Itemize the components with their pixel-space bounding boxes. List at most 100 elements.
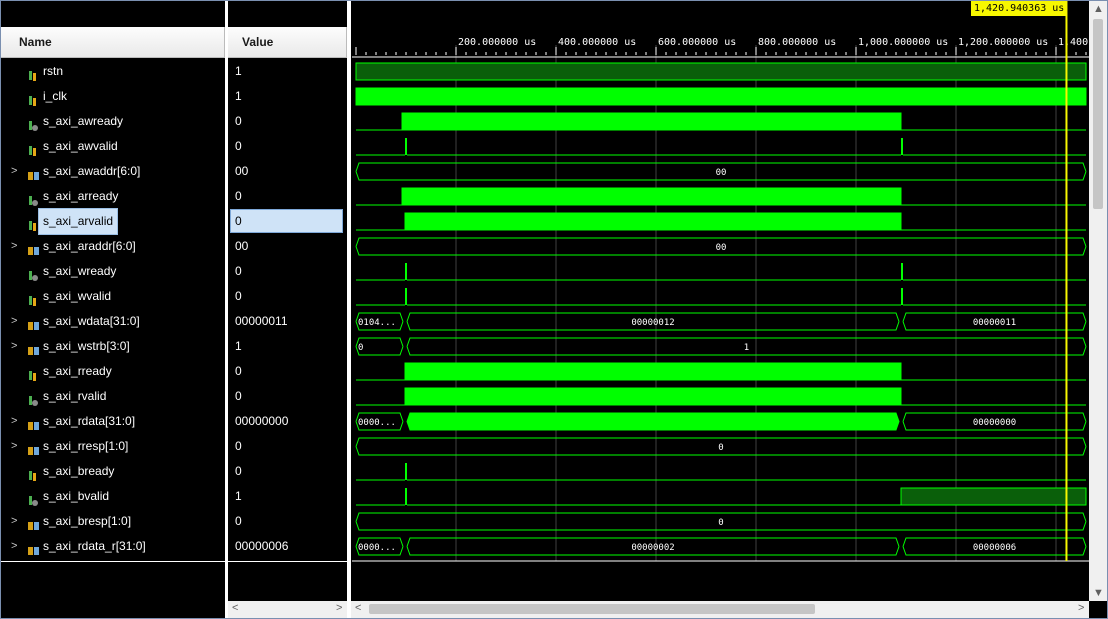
signal-row[interactable]: i_clk bbox=[1, 84, 225, 109]
expand-chevron-icon[interactable]: > bbox=[11, 159, 17, 184]
signal-row[interactable]: s_axi_rvalid bbox=[1, 384, 225, 409]
signal-value: 0 bbox=[235, 464, 242, 478]
wave-pulse bbox=[405, 263, 407, 280]
signal-value-row[interactable]: 0 bbox=[228, 384, 347, 409]
value-wave-splitter[interactable] bbox=[347, 1, 351, 618]
signal-value-row[interactable]: 0 bbox=[228, 259, 347, 284]
expand-chevron-icon[interactable]: > bbox=[11, 334, 17, 359]
signal-value-row[interactable]: 00000006 bbox=[228, 534, 347, 559]
signal-value-row[interactable]: 0 bbox=[228, 359, 347, 384]
bus-value-label: 0 bbox=[718, 518, 723, 528]
wave-vscrollbar[interactable]: ▲ ▼ bbox=[1089, 1, 1107, 601]
signal-row[interactable]: > s_axi_rresp[1:0] bbox=[1, 434, 225, 459]
signal-value-row[interactable]: 0 bbox=[228, 134, 347, 159]
signal-value-row[interactable]: 00 bbox=[228, 159, 347, 184]
signal-name: s_axi_awaddr[6:0] bbox=[43, 164, 141, 178]
signal-value-row[interactable]: 0 bbox=[228, 434, 347, 459]
bus-value-label: 00000006 bbox=[973, 543, 1016, 553]
scroll-left-arrow-icon[interactable]: < bbox=[232, 602, 238, 614]
signal-row[interactable]: rstn bbox=[1, 59, 225, 84]
signal-value-row[interactable]: 00000000 bbox=[228, 409, 347, 434]
wave-hscrollbar[interactable]: < > bbox=[351, 601, 1089, 618]
wave-high-segment bbox=[404, 387, 902, 406]
scroll-right-arrow-icon[interactable]: > bbox=[1078, 602, 1084, 614]
bus-icon bbox=[27, 541, 39, 555]
signal-row[interactable]: > s_axi_wdata[31:0] bbox=[1, 309, 225, 334]
ruler-tick-label: 600.000000 us bbox=[658, 37, 736, 48]
signal-row[interactable]: > s_axi_bresp[1:0] bbox=[1, 509, 225, 534]
signal-value-row[interactable]: 00 bbox=[228, 234, 347, 259]
signal-value: 0 bbox=[235, 389, 242, 403]
wave-high-segment bbox=[355, 87, 1087, 106]
expand-chevron-icon[interactable]: > bbox=[11, 434, 17, 459]
expand-chevron-icon[interactable]: > bbox=[11, 234, 17, 259]
signal-value-row[interactable]: 0 bbox=[228, 184, 347, 209]
signal-value: 00 bbox=[235, 164, 249, 178]
signal-row[interactable]: s_axi_bready bbox=[1, 459, 225, 484]
signal-name: s_axi_wdata[31:0] bbox=[43, 314, 140, 328]
expand-chevron-icon[interactable]: > bbox=[11, 534, 17, 559]
signal-row[interactable]: > s_axi_rdata_r[31:0] bbox=[1, 534, 225, 559]
signal-value-row[interactable]: 1 bbox=[228, 484, 347, 509]
signal-name: s_axi_rdata[31:0] bbox=[43, 414, 136, 428]
signal-value: 00000011 bbox=[235, 314, 288, 328]
scroll-down-arrow-icon[interactable]: ▼ bbox=[1093, 587, 1104, 599]
expand-chevron-icon[interactable]: > bbox=[11, 509, 17, 534]
ruler-tick-label: 800.000000 us bbox=[758, 37, 836, 48]
signal-value-row[interactable]: 1 bbox=[228, 334, 347, 359]
wave-hscroll-thumb[interactable] bbox=[369, 604, 815, 614]
signal-name: s_axi_arvalid bbox=[37, 208, 119, 235]
input-bit-icon bbox=[27, 141, 39, 156]
signal-row[interactable]: s_axi_awready bbox=[1, 109, 225, 134]
signal-row[interactable]: > s_axi_araddr[6:0] bbox=[1, 234, 225, 259]
signal-value-row[interactable]: 0 bbox=[228, 284, 347, 309]
signal-row[interactable]: > s_axi_wstrb[3:0] bbox=[1, 334, 225, 359]
expand-chevron-icon[interactable]: > bbox=[11, 309, 17, 334]
scroll-left-arrow-icon[interactable]: < bbox=[355, 602, 361, 614]
signal-row[interactable]: s_axi_arready bbox=[1, 184, 225, 209]
signal-row[interactable]: s_axi_rready bbox=[1, 359, 225, 384]
signal-row[interactable]: s_axi_bvalid bbox=[1, 484, 225, 509]
signal-name-panel: Name rstn i_clk s_axi_awready s_axi_awvalid… bbox=[1, 1, 225, 601]
signal-value: 1 bbox=[235, 89, 242, 103]
scroll-right-arrow-icon[interactable]: > bbox=[336, 602, 342, 614]
ruler-tick-label: 200.000000 us bbox=[458, 37, 536, 48]
signal-value-row[interactable]: 0 bbox=[228, 209, 347, 234]
signal-value-row[interactable]: 0 bbox=[228, 459, 347, 484]
signal-row[interactable]: s_axi_awvalid bbox=[1, 134, 225, 159]
bus-icon bbox=[27, 341, 39, 355]
signal-value-row[interactable]: 0 bbox=[228, 109, 347, 134]
scroll-up-arrow-icon[interactable]: ▲ bbox=[1093, 3, 1104, 15]
bus-icon bbox=[27, 441, 39, 455]
ruler-tick-label: 1,400. bbox=[1058, 37, 1089, 48]
waveform-canvas[interactable]: 200.000000 us 400.000000 us 600.000000 us 8… bbox=[352, 1, 1089, 601]
wave-high-segment bbox=[355, 62, 1087, 81]
expand-chevron-icon[interactable]: > bbox=[11, 409, 17, 434]
value-column-header[interactable]: Value bbox=[228, 27, 347, 58]
signal-row[interactable]: > s_axi_rdata[31:0] bbox=[1, 409, 225, 434]
bus-value-label: 1 bbox=[744, 343, 749, 353]
input-bit-icon bbox=[27, 216, 39, 231]
value-hscrollbar[interactable]: < > bbox=[228, 601, 347, 618]
signal-row[interactable]: s_axi_arvalid bbox=[1, 208, 225, 235]
signal-name: s_axi_bready bbox=[43, 464, 115, 478]
signal-row[interactable]: s_axi_wvalid bbox=[1, 284, 225, 309]
wave-high-segment bbox=[401, 187, 902, 206]
signal-value: 0 bbox=[235, 114, 242, 128]
signal-value-row[interactable]: 0 bbox=[228, 509, 347, 534]
signal-value-row[interactable]: 1 bbox=[228, 84, 347, 109]
signal-name: s_axi_rready bbox=[43, 364, 112, 378]
signal-name: s_axi_arready bbox=[43, 189, 119, 203]
wave-pulse bbox=[405, 288, 407, 305]
wave-vscroll-thumb[interactable] bbox=[1093, 19, 1103, 209]
signal-value-row[interactable]: 1 bbox=[228, 59, 347, 84]
bus-value-label: 0000... bbox=[358, 418, 396, 428]
signal-value-row[interactable]: 00000011 bbox=[228, 309, 347, 334]
signal-value: 0 bbox=[235, 189, 242, 203]
bus-segment bbox=[406, 412, 900, 431]
ruler-tick-label: 1,200.000000 us bbox=[958, 37, 1048, 48]
wave-pulse bbox=[901, 288, 903, 305]
name-column-header[interactable]: Name bbox=[1, 27, 225, 58]
signal-row[interactable]: s_axi_wready bbox=[1, 259, 225, 284]
signal-row[interactable]: > s_axi_awaddr[6:0] bbox=[1, 159, 225, 184]
